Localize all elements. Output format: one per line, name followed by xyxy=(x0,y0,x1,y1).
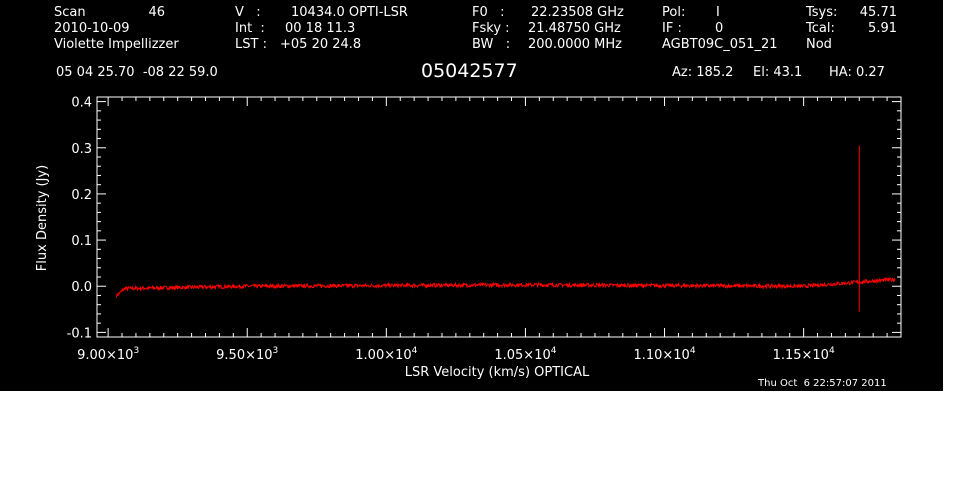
spectrum-line xyxy=(116,276,896,298)
y-axis: -0.1 0.0 0.1 0.2 0.3 0.4 xyxy=(67,96,901,341)
plot-timestamp: Thu Oct 6 22:57:07 2011 xyxy=(758,378,887,389)
y-tick-label: 0.3 xyxy=(71,142,92,157)
y-tick-label: 0.2 xyxy=(71,188,92,203)
x-tick-label: 1.00×104 xyxy=(355,346,417,363)
y-tick-label: 0.1 xyxy=(71,234,92,249)
spectrum-plot: 9.00×103 9.50×103 1.00×104 1.05×104 1.10×104… xyxy=(35,96,902,380)
y-axis-label: Flux Density (Jy) xyxy=(35,165,50,271)
y-tick-label: 0.0 xyxy=(71,280,92,295)
x-axis-label: LSR Velocity (km/s) OPTICAL xyxy=(405,365,590,380)
y-tick-label: 0.4 xyxy=(71,96,92,111)
y-tick-label: -0.1 xyxy=(67,326,92,341)
plot-frame xyxy=(96,96,902,338)
spectrum-panel: Scan 46 2010-10-09 Violette Impellizzer … xyxy=(0,0,943,391)
x-tick-label: 1.05×104 xyxy=(494,346,556,363)
x-tick-label: 9.50×103 xyxy=(216,346,278,363)
x-axis: 9.00×103 9.50×103 1.00×104 1.05×104 1.10×104… xyxy=(77,97,902,363)
x-tick-label: 9.00×103 xyxy=(77,346,139,363)
x-tick-label: 1.10×104 xyxy=(633,346,695,363)
x-tick-label: 1.15×104 xyxy=(773,346,835,363)
